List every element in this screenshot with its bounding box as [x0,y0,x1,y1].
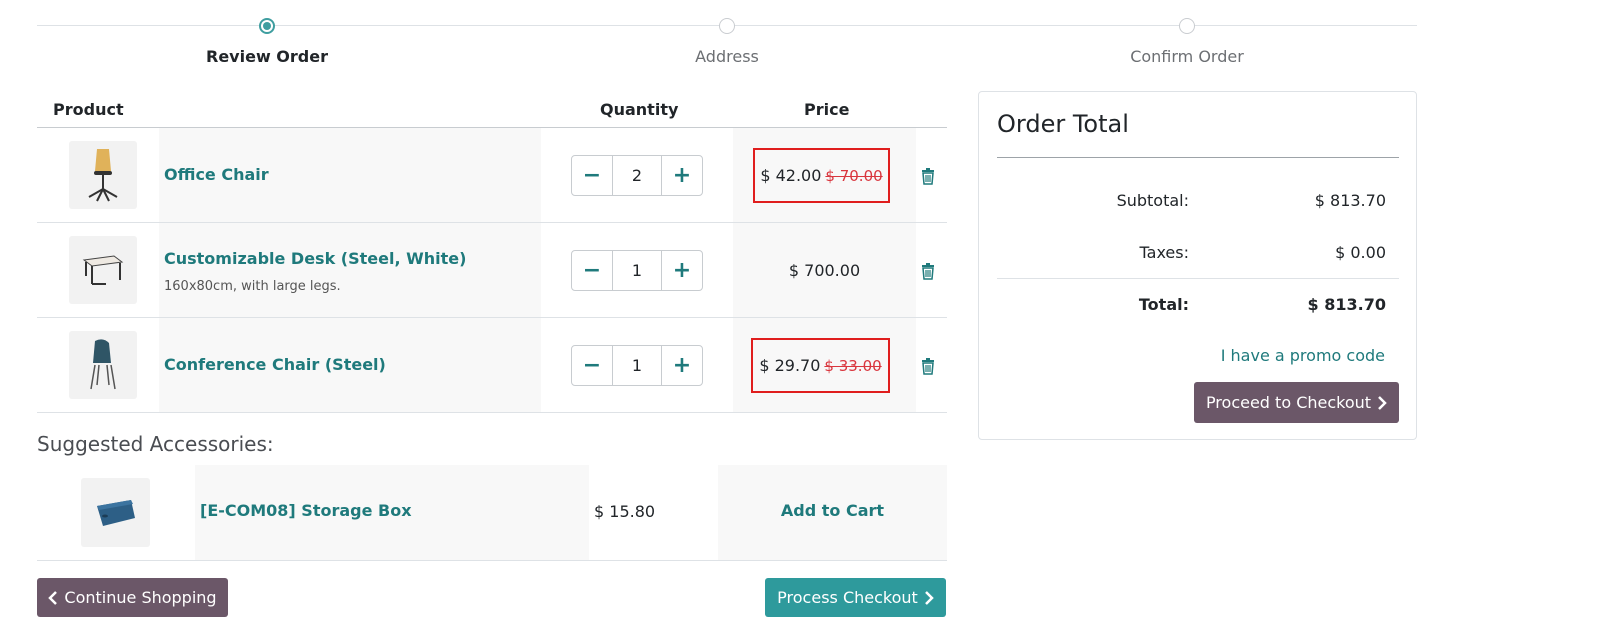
taxes-row: Taxes: $ 0.00 [997,243,1399,273]
office-chair-image[interactable] [69,141,137,209]
quantity-stepper: − 1 + [571,345,703,386]
header-quantity: Quantity [600,100,679,119]
price: $ 29.70 [759,356,821,375]
taxes-label: Taxes: [1139,243,1189,262]
cart-table: Product Quantity Price Office Chair − 2 … [37,92,947,413]
promo-code-link[interactable]: I have a promo code [1221,346,1385,365]
continue-shopping-button[interactable]: Continue Shopping [37,578,228,617]
minus-icon[interactable]: − [572,251,612,290]
product-description: 160x80cm, with large legs. [164,279,341,294]
taxes-value: $ 0.00 [1335,243,1386,262]
product-name-link[interactable]: Customizable Desk (Steel, White) [164,249,466,268]
step-dot-icon [1179,18,1195,34]
step-address[interactable]: Address [617,18,837,66]
plus-icon[interactable]: + [662,156,702,195]
step-dot-icon [259,18,275,34]
price-highlight: $ 29.70 $ 33.00 [751,338,890,393]
cart-row: Conference Chair (Steel) − 1 + $ 29.70 $… [37,318,947,413]
total-label: Total: [1138,295,1189,314]
plus-icon[interactable]: + [662,251,702,290]
subtotal-row: Subtotal: $ 813.70 [997,191,1399,221]
desk-image[interactable] [69,236,137,304]
conference-chair-image[interactable] [69,331,137,399]
price-highlight: $ 42.00 $ 70.00 [753,148,890,203]
cart-row: Office Chair − 2 + $ 42.00 $ 70.00 [37,128,947,223]
header-price: Price [804,100,850,119]
proceed-to-checkout-button[interactable]: Proceed to Checkout [1194,382,1399,423]
step-confirm-order[interactable]: Confirm Order [1077,18,1297,66]
minus-icon[interactable]: − [572,346,612,385]
chevron-right-icon [924,590,934,605]
total-row: Total: $ 813.70 [997,295,1399,325]
divider [997,278,1399,279]
suggested-accessories-title: Suggested Accessories: [37,432,274,456]
process-checkout-button[interactable]: Process Checkout [765,578,946,617]
chevron-right-icon [1378,395,1387,410]
product-name-link[interactable]: Conference Chair (Steel) [164,355,386,374]
price: $ 42.00 [760,166,822,185]
total-value: $ 813.70 [1307,295,1386,314]
step-dot-icon [719,18,735,34]
storage-box-image[interactable] [81,478,150,547]
minus-icon[interactable]: − [572,156,612,195]
trash-icon[interactable] [920,262,936,280]
trash-icon[interactable] [920,167,936,185]
plus-icon[interactable]: + [662,346,702,385]
quantity-input[interactable]: 2 [612,156,662,195]
step-label: Review Order [206,47,328,66]
order-total-title: Order Total [997,110,1129,138]
order-total-card: Order Total Subtotal: $ 813.70 Taxes: $ … [978,91,1417,440]
proceed-to-checkout-label: Proceed to Checkout [1205,393,1372,412]
suggested-price: $ 15.80 [594,502,656,521]
quantity-input[interactable]: 1 [612,346,662,385]
continue-shopping-label: Continue Shopping [64,588,217,607]
quantity-stepper: − 2 + [571,155,703,196]
step-review-order[interactable]: Review Order [157,18,377,66]
product-name-link[interactable]: Office Chair [164,165,269,184]
chevron-left-icon [48,590,58,605]
cart-row: Customizable Desk (Steel, White) 160x80c… [37,223,947,318]
cart-header: Product Quantity Price [37,92,947,128]
step-label: Confirm Order [1130,47,1244,66]
header-product: Product [53,100,124,119]
subtotal-value: $ 813.70 [1314,191,1386,210]
suggested-row: [E-COM08] Storage Box $ 15.80 Add to Car… [37,465,947,561]
divider [997,157,1399,158]
add-to-cart-link[interactable]: Add to Cart [718,501,947,520]
quantity-input[interactable]: 1 [612,251,662,290]
old-price: $ 70.00 [825,166,883,185]
subtotal-label: Subtotal: [1116,191,1189,210]
step-label: Address [695,47,759,66]
price: $ 700.00 [788,260,861,280]
old-price: $ 33.00 [824,356,882,375]
suggested-product-link[interactable]: [E-COM08] Storage Box [200,501,412,520]
quantity-stepper: − 1 + [571,250,703,291]
process-checkout-label: Process Checkout [777,588,918,607]
trash-icon[interactable] [920,357,936,375]
